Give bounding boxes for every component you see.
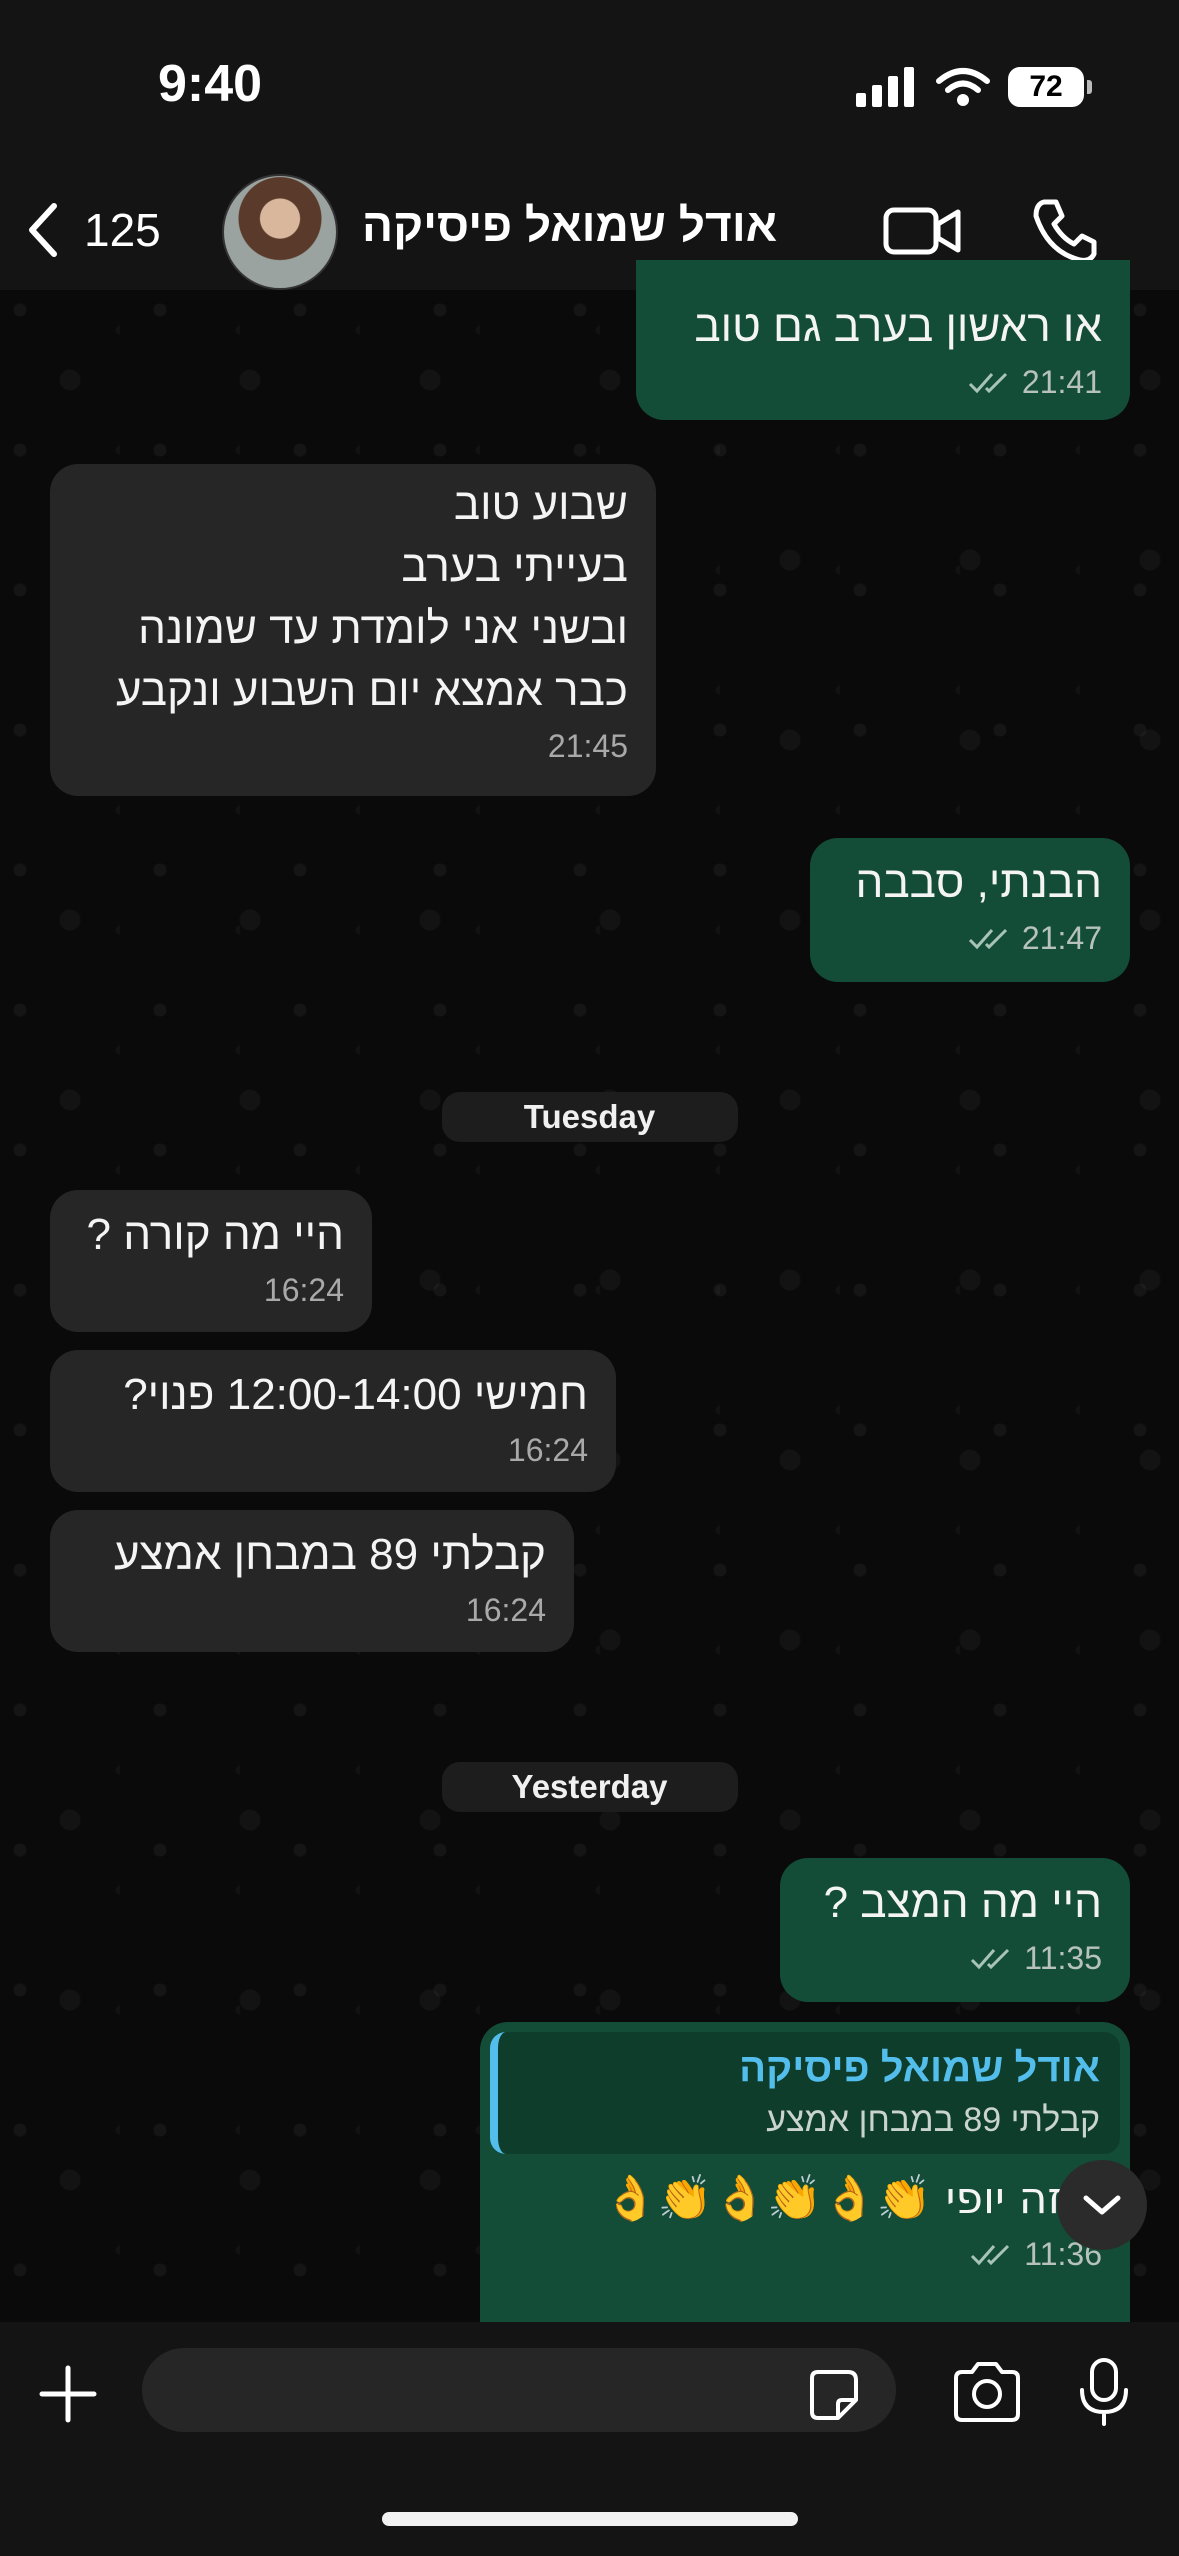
message-time: 11:35	[1024, 1940, 1102, 1976]
message-meta: 21:41	[664, 364, 1102, 401]
message-time: 16:24	[263, 1272, 344, 1308]
signal-icon	[856, 67, 914, 107]
camera-icon[interactable]	[950, 2360, 1024, 2424]
message-meta: 16:24	[78, 1592, 546, 1629]
chevron-left-icon	[29, 203, 57, 257]
message-bubble-incoming[interactable]: שבוע טוב בעייתי בערב ובשני אני לומדת עד …	[50, 464, 656, 796]
contact-name[interactable]: אודל שמואל פיסיקה	[362, 198, 777, 252]
quoted-text: קבלתי 89 במבחן אמצע	[766, 2101, 1100, 2139]
message-input[interactable]	[142, 2348, 896, 2432]
date-separator: Yesterday	[441, 1762, 738, 1812]
message-text: הבנתי, סבבה	[855, 858, 1102, 907]
message-text: או ראשון בערב גם טוב	[694, 302, 1102, 351]
unread-count: 125	[84, 204, 161, 256]
message-bubble-outgoing[interactable]: הבנתי, סבבה 21:47	[810, 838, 1130, 982]
double-check-icon	[971, 1948, 1010, 1969]
message-text: איזה יופי 👏👌👏👌👏👌	[602, 2173, 1102, 2224]
message-meta: 21:47	[838, 920, 1102, 957]
microphone-icon[interactable]	[1076, 2356, 1132, 2428]
message-time: 21:45	[547, 728, 628, 764]
message-meta: 11:36	[490, 2236, 1120, 2273]
plus-icon[interactable]	[36, 2362, 100, 2426]
contact-avatar[interactable]	[222, 174, 338, 290]
message-meta: 11:35	[808, 1940, 1102, 1977]
status-bar: 9:40 72	[0, 0, 1179, 170]
sticker-icon[interactable]	[804, 2366, 862, 2424]
message-meta: 16:24	[78, 1272, 344, 1309]
double-check-icon	[968, 928, 1007, 949]
message-bubble-incoming[interactable]: היי מה קורה ? 16:24	[50, 1190, 372, 1332]
message-text: היי מה המצב ?	[823, 1878, 1102, 1927]
date-separator: Tuesday	[441, 1092, 738, 1142]
wifi-icon	[936, 68, 990, 106]
message-text: קבלתי 89 במבחן אמצע	[114, 1530, 546, 1579]
message-time: 16:24	[465, 1592, 546, 1628]
message-text: היי מה קורה ?	[86, 1210, 344, 1259]
status-icons: 72	[856, 62, 1092, 112]
phone-icon[interactable]	[1030, 196, 1100, 266]
battery-indicator: 72	[1008, 67, 1092, 107]
message-meta: 21:45	[78, 728, 628, 765]
message-bubble-outgoing-reply[interactable]: אודל שמואל פיסיקה קבלתי 89 במבחן אמצע אי…	[480, 2022, 1130, 2322]
message-bubble-incoming[interactable]: חמישי 12:00-14:00 פנוי? 16:24	[50, 1350, 616, 1492]
scroll-to-bottom-button[interactable]	[1057, 2160, 1147, 2250]
chevron-down-icon	[1083, 2195, 1121, 2215]
quoted-message[interactable]: אודל שמואל פיסיקה קבלתי 89 במבחן אמצע	[490, 2032, 1120, 2154]
message-bubble-outgoing[interactable]: היי מה המצב ? 11:35	[780, 1858, 1130, 2002]
home-indicator[interactable]	[382, 2512, 798, 2526]
double-check-icon	[968, 372, 1007, 393]
back-button[interactable]: 125	[22, 200, 161, 260]
message-time: 21:41	[1021, 364, 1102, 400]
quoted-sender: אודל שמואל פיסיקה	[739, 2046, 1100, 2090]
video-camera-icon[interactable]	[882, 196, 962, 266]
double-check-icon	[971, 2244, 1010, 2265]
status-time: 9:40	[158, 55, 263, 113]
message-meta: 16:24	[78, 1432, 588, 1469]
message-bubble-outgoing[interactable]: או ראשון בערב גם טוב 21:41	[636, 260, 1130, 420]
message-bubble-incoming[interactable]: קבלתי 89 במבחן אמצע 16:24	[50, 1510, 574, 1652]
message-time: 16:24	[507, 1432, 588, 1468]
message-text: חמישי 12:00-14:00 פנוי?	[123, 1370, 588, 1419]
message-time: 21:47	[1021, 920, 1102, 956]
message-text: שבוע טוב בעייתי בערב ובשני אני לומדת עד …	[115, 480, 628, 715]
